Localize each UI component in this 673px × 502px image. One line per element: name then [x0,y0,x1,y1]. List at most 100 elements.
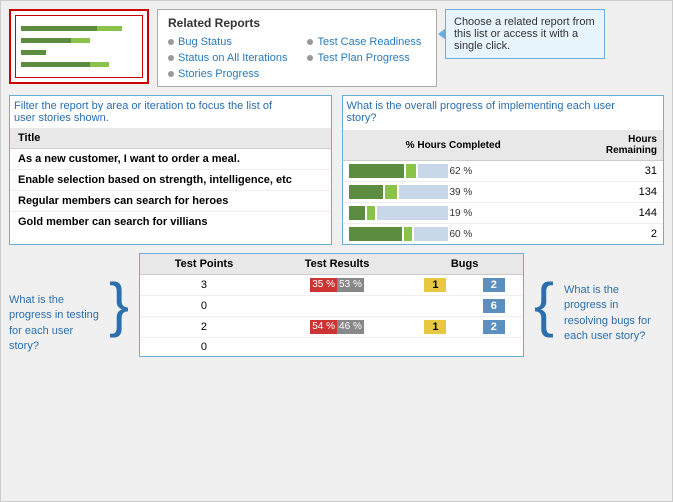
test-col-bugs: Bugs [406,254,523,275]
pbar-label-2: 39 % [450,187,478,198]
rr-status-iterations[interactable]: Status on All Iterations [168,52,287,64]
table-row: 0 [140,338,523,357]
pbar-container-3: 19 % [349,206,558,220]
rr-col-2: Test Case Readiness Test Plan Progress [307,36,421,80]
rr-columns: Bug Status Status on All Iterations Stor… [168,36,426,80]
table-row: Regular members can search for heroes [10,191,331,212]
table-row: 60 % 2 [343,224,664,245]
test-col-results: Test Results [268,254,406,275]
table-row: 39 % 134 [343,182,664,203]
right-panel: What is the overall progress of implemen… [342,95,665,245]
report-thumbnail [9,9,149,84]
rr-bullet-1 [168,39,174,45]
left-panel: Filter the report by area or iteration t… [9,95,332,245]
rr-bullet-5 [307,55,313,61]
table-row: 19 % 144 [343,203,664,224]
bottom-right-callout: What is the progress in resolving bugs f… [564,253,664,345]
bug-blue-2: 6 [483,299,505,313]
test-table-container: Test Points Test Results Bugs 3 35 %53 %… [139,253,524,357]
left-panel-callout: Filter the report by area or iteration t… [10,96,290,128]
bug-yellow-1: 1 [424,278,446,292]
rr-bullet-4 [307,39,313,45]
progress-header-hours: Hours Remaining [564,130,663,161]
table-row: 0 6 [140,296,523,317]
test-points-1: 3 [140,275,268,296]
story-4: Gold member can search for villians [10,212,331,233]
rr-bug-status[interactable]: Bug Status [168,36,287,48]
hours-3: 144 [564,203,663,224]
bug-blue-1: 2 [483,278,505,292]
test-bug-b1-3: 1 [406,317,464,338]
test-results-4 [268,338,406,357]
progress-bar-2: 39 % [343,182,564,203]
test-bug-b1-1: 1 [406,275,464,296]
story-1: As a new customer, I want to order a mea… [10,149,331,170]
hours-2: 134 [564,182,663,203]
table-row: Enable selection based on strength, inte… [10,170,331,191]
test-bug-b1-2 [406,296,464,317]
pbar-lime-1 [406,164,416,178]
pbar-green-4 [349,227,402,241]
right-panel-callout: What is the overall progress of implemen… [343,96,623,130]
pbar-container-2: 39 % [349,185,558,199]
test-results-3: 54 %46 % [268,317,406,338]
table-row: Gold member can search for villians [10,212,331,233]
rr-plan-progress[interactable]: Test Plan Progress [307,52,421,64]
related-reports-title: Related Reports [168,16,426,30]
brace-left: } [109,275,129,335]
test-table: Test Points Test Results Bugs 3 35 %53 %… [140,254,523,356]
pbar-label-4: 60 % [450,229,478,240]
rr-bullet-3 [168,71,174,77]
test-bar-red-1: 35 % [310,278,337,292]
pbar-label-1: 62 % [450,166,478,177]
pbar-lime-4 [404,227,412,241]
middle-section: Filter the report by area or iteration t… [1,91,672,249]
test-bug-b2-4 [465,338,523,357]
test-bug-b2-3: 2 [465,317,523,338]
test-bug-b2-1: 2 [465,275,523,296]
bug-yellow-3: 1 [424,320,446,334]
main-container: Related Reports Bug Status Status on All… [0,0,673,502]
pbar-container-4: 60 % [349,227,558,241]
story-3: Regular members can search for heroes [10,191,331,212]
rr-bullet-2 [168,55,174,61]
test-col-points: Test Points [140,254,268,275]
top-section: Related Reports Bug Status Status on All… [1,1,672,91]
progress-bar-1: 62 % [343,161,564,182]
pbar-gray-3 [377,206,448,220]
test-bar-gray-1: 53 % [337,278,364,292]
test-results-1: 35 %53 % [268,275,406,296]
brace-right: { [534,275,554,335]
test-bar-red-3: 54 % [310,320,337,334]
bottom-left-callout: What is the progress in testing for each… [9,253,99,355]
table-row: 62 % 31 [343,161,664,182]
pbar-container-1: 62 % [349,164,558,178]
rr-case-readiness[interactable]: Test Case Readiness [307,36,421,48]
pbar-gray-2 [399,185,448,199]
progress-bar-3: 19 % [343,203,564,224]
hours-4: 2 [564,224,663,245]
related-reports-callout: Choose a related report from this list o… [445,9,605,59]
progress-table: % Hours Completed Hours Remaining 62 % [343,130,664,244]
pbar-green-1 [349,164,404,178]
table-row: 3 35 %53 % 1 2 [140,275,523,296]
pbar-lime-3 [367,206,375,220]
bottom-section: What is the progress in testing for each… [1,249,672,361]
table-row: 2 54 %46 % 1 2 [140,317,523,338]
pbar-gray-4 [414,227,448,241]
progress-header-pct: % Hours Completed [343,130,564,161]
pbar-label-3: 19 % [450,208,478,219]
table-row: As a new customer, I want to order a mea… [10,149,331,170]
test-points-3: 2 [140,317,268,338]
pbar-gray-1 [418,164,448,178]
rr-stories-progress[interactable]: Stories Progress [168,68,287,80]
test-points-4: 0 [140,338,268,357]
test-bug-b1-4 [406,338,464,357]
pbar-green-2 [349,185,383,199]
test-bar-gray-3: 46 % [337,320,364,334]
stories-header: Title [10,128,331,149]
test-bug-b2-2: 6 [465,296,523,317]
bug-blue-3: 2 [483,320,505,334]
related-reports-box: Related Reports Bug Status Status on All… [157,9,437,87]
pbar-lime-2 [385,185,397,199]
